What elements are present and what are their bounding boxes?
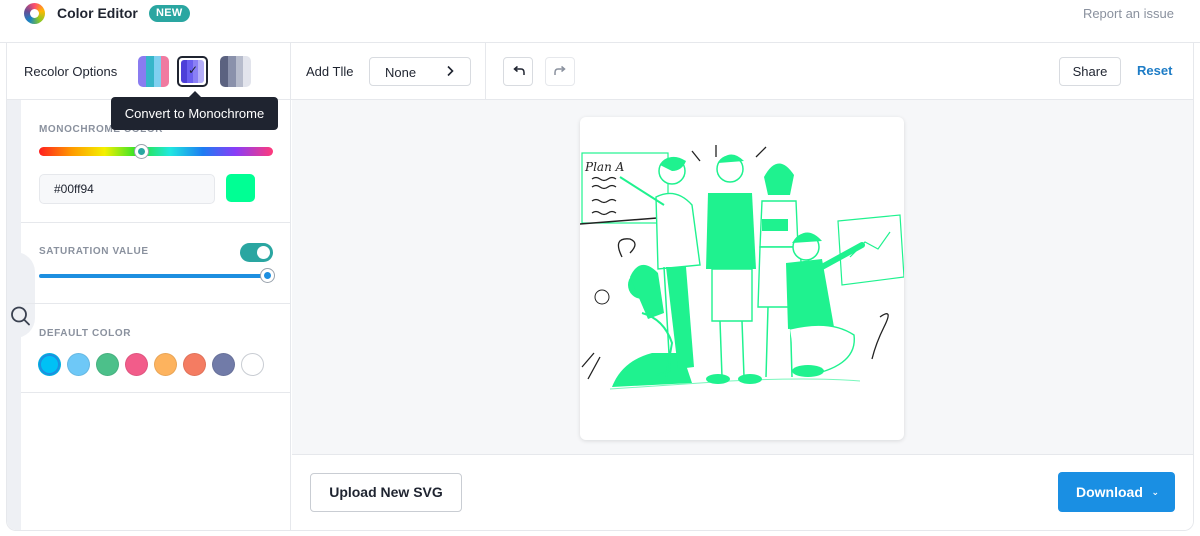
saturation-toggle[interactable]	[240, 243, 273, 262]
palette-stripe	[198, 60, 204, 83]
recolor-option-grayscale[interactable]	[220, 56, 251, 87]
saturation-slider-track[interactable]	[39, 274, 273, 278]
default-color-swatch[interactable]	[212, 353, 235, 376]
palette-stripe	[220, 56, 228, 87]
redo-button[interactable]	[545, 57, 575, 86]
saturation-value-label: SATURATION VALUE	[39, 246, 149, 257]
palette-stripe	[235, 56, 244, 87]
whiteboard-text: Plan A	[584, 160, 625, 174]
undo-button[interactable]	[503, 57, 533, 86]
default-color-swatch[interactable]	[96, 353, 119, 376]
default-color-swatch[interactable]	[38, 353, 61, 376]
hue-slider-track[interactable]	[39, 147, 273, 156]
default-color-swatch[interactable]	[183, 353, 206, 376]
download-label: Download	[1076, 484, 1143, 500]
footer-bar: Upload New SVG Download ⌄	[292, 455, 1193, 530]
new-badge: NEW	[149, 5, 190, 22]
svg-artboard[interactable]: Plan A	[579, 117, 905, 440]
canvas-area: Plan A	[292, 100, 1193, 455]
palette-stripe	[227, 56, 236, 87]
recolor-options-label: Recolor Options	[24, 64, 118, 79]
default-color-swatch[interactable]	[67, 353, 90, 376]
report-issue-link[interactable]: Report an issue	[1083, 6, 1174, 21]
title-select[interactable]: None	[369, 57, 471, 86]
selected-color-swatch[interactable]	[226, 174, 255, 202]
monochrome-tooltip: Convert to Monochrome	[111, 91, 278, 130]
palette-stripe	[138, 56, 146, 87]
palette-stripe	[153, 56, 162, 87]
palette-stripe	[145, 56, 154, 87]
checkmark-icon: ✓	[188, 63, 199, 77]
chevron-down-icon: ⌄	[1151, 487, 1159, 497]
hex-color-input[interactable]	[39, 174, 215, 204]
undo-icon	[513, 65, 525, 75]
editor-frame: Recolor Options ✓ MONOCHROME COLOR #00ff…	[6, 43, 1194, 531]
chevron-right-icon	[447, 65, 454, 77]
saturation-section: SATURATION VALUE	[21, 223, 291, 304]
add-title-label: Add Tlle	[306, 64, 354, 79]
color-wheel-logo-icon	[24, 3, 45, 24]
default-color-swatch[interactable]	[154, 353, 177, 376]
palette-stripe	[161, 56, 169, 87]
recolor-options-row: Recolor Options ✓	[7, 43, 291, 100]
redo-icon	[554, 65, 566, 75]
title-select-value: None	[385, 65, 417, 80]
hue-slider-handle[interactable]	[135, 145, 148, 158]
palette-stripe	[243, 56, 251, 87]
sidebar: Recolor Options ✓ MONOCHROME COLOR #00ff…	[7, 43, 291, 530]
app-title: Color Editor	[57, 5, 138, 21]
default-color-swatches	[38, 353, 264, 376]
team-planning-illustration: Plan A	[579, 145, 905, 390]
toolbar: Add Tlle None Share Reset	[291, 43, 1193, 100]
share-button[interactable]: Share	[1059, 57, 1121, 86]
default-color-section: DEFAULT COLOR	[21, 304, 291, 393]
toolbar-divider	[485, 43, 486, 100]
default-color-label: DEFAULT COLOR	[39, 328, 132, 339]
palette-preview: ✓	[181, 60, 204, 83]
reset-button[interactable]: Reset	[1137, 63, 1172, 78]
saturation-slider-handle[interactable]	[261, 269, 274, 282]
default-color-swatch[interactable]	[241, 353, 264, 376]
download-button[interactable]: Download ⌄	[1058, 472, 1175, 512]
recolor-option-monochrome[interactable]: ✓	[177, 56, 208, 87]
default-color-swatch[interactable]	[125, 353, 148, 376]
top-header: Color Editor NEW Report an issue	[0, 0, 1200, 43]
upload-new-svg-button[interactable]: Upload New SVG	[310, 473, 462, 512]
recolor-option-multicolor[interactable]	[138, 56, 169, 87]
